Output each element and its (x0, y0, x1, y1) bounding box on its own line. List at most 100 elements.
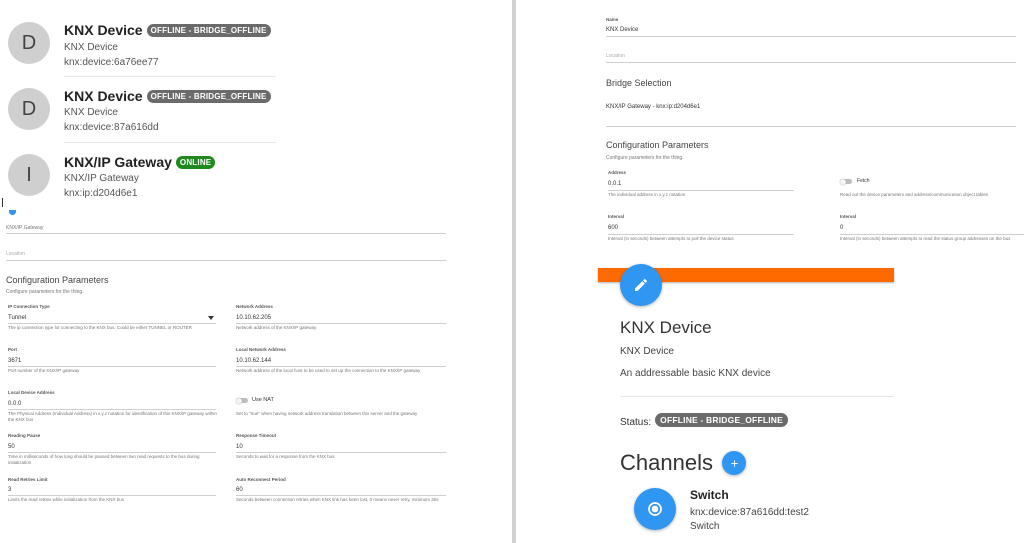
thing-title: KNX Device OFFLINE - BRIDGE_OFFLINE (64, 22, 271, 38)
status-badge: ONLINE (175, 156, 216, 169)
address-input[interactable]: 0.0.1 (608, 181, 621, 187)
thing-uid: knx:device:6a76ee77 (64, 57, 159, 68)
status-badge: OFFLINE - BRIDGE_OFFLINE (146, 90, 271, 103)
thing-list-item[interactable]: D KNX Device OFFLINE - BRIDGE_OFFLINE KNX… (0, 82, 280, 148)
field-underline (840, 234, 1024, 235)
field-underline (6, 260, 446, 261)
thing-avatar: I (8, 154, 50, 196)
bridge-selection-title: Bridge Selection (606, 78, 672, 88)
status-badge: OFFLINE - BRIDGE_OFFLINE (655, 413, 788, 427)
auto-reconnect-period-input[interactable]: 60 (236, 487, 243, 493)
interval-input[interactable]: 0 (840, 225, 843, 231)
read-retries-limit-label: Read Retries Limit (8, 477, 48, 482)
local-device-address-input[interactable]: 0.0.0 (8, 401, 21, 407)
local-network-address-input[interactable]: 10.10.62.144 (236, 358, 271, 364)
status-badge: OFFLINE - BRIDGE_OFFLINE (146, 24, 271, 37)
radio-button-icon (648, 502, 662, 516)
read-retries-limit-hint: Limits the read retries while initializa… (8, 497, 125, 502)
screen: { "left": { "things": [ {"avatar": "D", … (0, 0, 1024, 543)
divider (64, 76, 276, 77)
local-device-address-hint: The Physical Address (Individual Address… (8, 411, 217, 422)
interval-hint: Interval (in seconds) between attempts t… (840, 236, 1011, 241)
interval-label: Interval (608, 214, 625, 219)
response-timeout-hint: Seconds to wait for a response from the … (236, 454, 335, 459)
interval-hint: Interval (in seconds) between attempts t… (608, 236, 734, 241)
device-description: An addressable basic KNX device (620, 368, 771, 379)
field-underline (236, 366, 446, 367)
fetch-hint: Read out the device parameters and addre… (840, 192, 989, 197)
pencil-icon (635, 278, 647, 291)
response-timeout-input[interactable]: 10 (236, 444, 243, 450)
port-label: Port (8, 347, 17, 352)
field-underline (606, 36, 1016, 37)
fab-edge (9, 210, 16, 215)
thing-label: KNX Device (64, 42, 118, 53)
thing-title: KNX Device OFFLINE - BRIDGE_OFFLINE (64, 88, 271, 104)
reading-pause-label: Reading Pause (8, 433, 41, 438)
auto-reconnect-period-hint: Seconds between connection retries when … (236, 497, 439, 502)
status-label: Status: (620, 417, 652, 428)
field-underline (8, 409, 216, 410)
add-channel-button[interactable] (722, 451, 746, 475)
local-device-address-label: Local Device Address (8, 390, 55, 395)
config-title: Configuration Parameters (606, 140, 709, 150)
device-label: KNX Device (620, 346, 674, 357)
left-pane: D KNX Device OFFLINE - BRIDGE_OFFLINE KNX… (0, 0, 512, 543)
read-retries-limit-input[interactable]: 3 (8, 487, 11, 493)
plus-icon (730, 459, 738, 467)
location-field[interactable]: Location (606, 53, 625, 59)
thing-avatar: D (8, 88, 50, 130)
dropdown-arrow-icon[interactable] (208, 316, 214, 320)
fetch-label: Fetch (857, 178, 870, 184)
thing-list-item[interactable]: I KNX/IP Gateway ONLINE KNX/IP Gateway kn… (0, 148, 280, 214)
field-underline (236, 495, 446, 496)
channel-link-button[interactable] (634, 488, 676, 530)
status-row: Status: OFFLINE - BRIDGE_OFFLINE (620, 413, 788, 428)
use-nat-hint: Set to "true" when having network addres… (236, 411, 418, 416)
interval-input[interactable]: 600 (608, 225, 618, 231)
field-underline (8, 495, 216, 496)
field-underline (6, 233, 446, 234)
name-label: Name (606, 17, 619, 22)
network-address-hint: Network address of the KNX/IP gateway (236, 325, 317, 330)
thing-list-item[interactable]: D KNX Device OFFLINE - BRIDGE_OFFLINE KNX… (0, 16, 280, 82)
auto-reconnect-period-label: Auto Reconnect Period (236, 477, 286, 482)
divider (606, 126, 1016, 127)
thing-uid: knx:ip:d204d6e1 (64, 188, 138, 199)
toggle-knob (840, 178, 846, 185)
reading-pause-hint: Time in milliseconds of how long should … (8, 454, 200, 465)
config-title: Configuration Parameters (6, 275, 109, 285)
local-network-address-label: Local Network Address (236, 347, 286, 352)
bridge-select[interactable]: KNX/IP Gateway - knx:ip:d204d6e1 (606, 104, 700, 110)
partial-thing-label: KNX/IP Gateway (6, 225, 44, 231)
config-subtitle: Configure parameters for the thing. (6, 289, 84, 295)
config-subtitle: Configure parameters for the thing. (606, 155, 684, 161)
thing-avatar: D (8, 22, 50, 64)
network-address-label: Network Address (236, 304, 273, 309)
thing-label: KNX/IP Gateway (64, 173, 139, 184)
device-title: KNX Device (620, 318, 712, 337)
divider (64, 142, 276, 143)
thing-uid: knx:device:87a616dd (64, 122, 159, 133)
divider (620, 396, 894, 397)
ip-connection-type-select[interactable]: Tunnel (8, 315, 26, 321)
right-pane: Name KNX Device Location Bridge Selectio… (516, 0, 1024, 543)
thing-label: KNX Device (64, 107, 118, 118)
channel-uid: knx:device:87a616dd:test2 (690, 507, 809, 518)
port-input[interactable]: 3671 (8, 358, 21, 364)
use-nat-label: Use NAT (252, 397, 274, 403)
local-network-address-hint: Network address of the local host to be … (236, 368, 421, 373)
edit-button[interactable] (620, 264, 662, 306)
thing-title: KNX/IP Gateway ONLINE (64, 154, 216, 170)
field-underline (8, 366, 216, 367)
text-cursor (2, 198, 3, 207)
channel-name: Switch (690, 488, 729, 502)
port-hint: Port number of the KNX/IP gateway (8, 368, 80, 373)
reading-pause-input[interactable]: 50 (8, 444, 15, 450)
channel-type: Switch (690, 521, 720, 532)
network-address-input[interactable]: 10.10.62.205 (236, 315, 271, 321)
toggle-knob (236, 397, 242, 404)
field-underline (608, 234, 794, 235)
name-input[interactable]: KNX Device (606, 27, 638, 33)
location-field[interactable]: Location (6, 251, 25, 257)
